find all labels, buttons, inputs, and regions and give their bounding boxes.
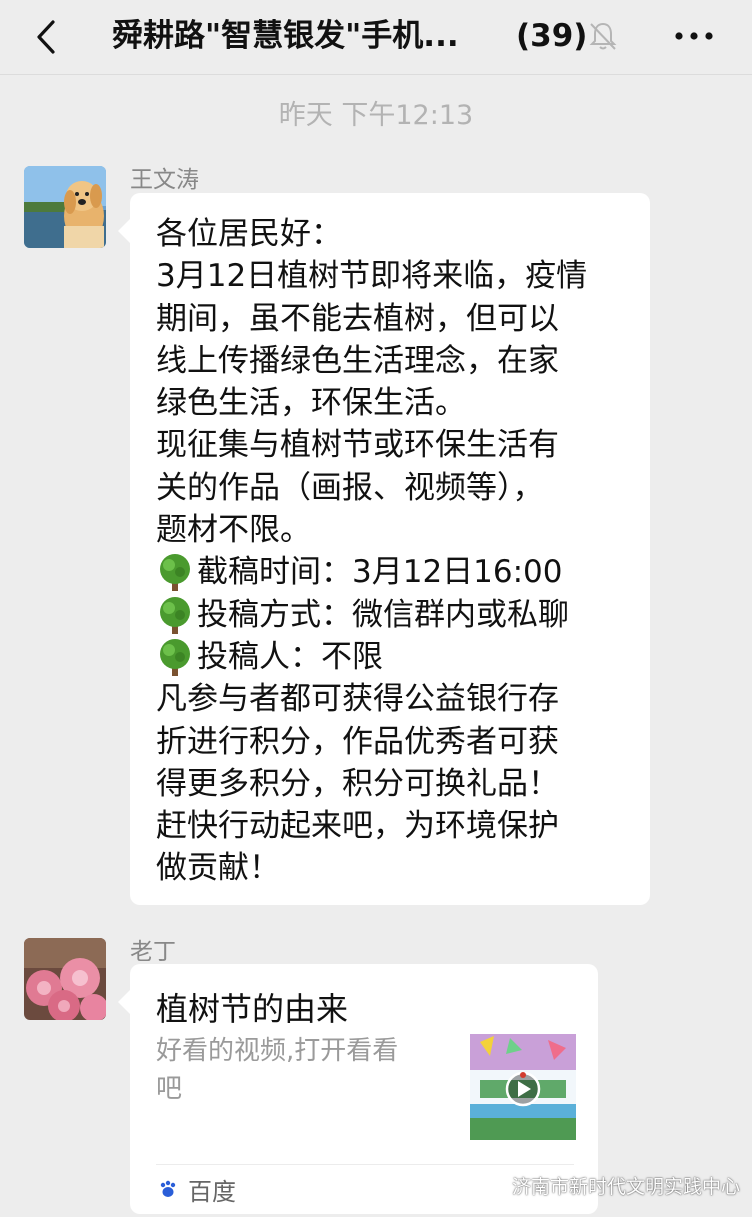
- wechat-official-account-icon: [482, 1176, 507, 1194]
- message-line: 得更多积分，积分可换礼品！: [156, 765, 559, 802]
- back-button[interactable]: [30, 17, 62, 57]
- text-message-bubble[interactable]: 各位居民好： 3月12日植树节即将来临，疫情 期间，虽不能去植树，但可以 线上传…: [118, 193, 650, 905]
- message-timestamp: 昨天 下午12:13: [278, 100, 474, 131]
- card-description-line: 好看的视频,打开看看: [156, 1036, 399, 1066]
- chat-header: 舜耕路"智慧银发"手机... (39): [0, 0, 752, 75]
- message-line: 绿色生活，环保生活。: [156, 385, 466, 422]
- message-line: 3月12日植树节即将来临，疫情: [156, 258, 588, 295]
- tree-emoji-icon: [160, 554, 190, 592]
- chat-title[interactable]: 舜耕路"智慧银发"手机...: [112, 14, 459, 58]
- tree-emoji-icon: [160, 638, 190, 676]
- message-line: 关的作品（画报、视频等），: [156, 469, 544, 506]
- submission-method-text: 投稿方式：微信群内或私聊: [197, 596, 569, 633]
- message-line: 题材不限。: [156, 512, 311, 549]
- message-line: 凡参与者都可获得公益银行存: [156, 681, 559, 718]
- deadline-text: 截稿时间：3月12日16:00: [197, 554, 563, 591]
- card-description-line: 吧: [156, 1074, 183, 1104]
- message-line: 投稿方式：微信群内或私聊: [156, 594, 636, 636]
- tree-emoji-icon: [160, 596, 190, 634]
- message-line: 赶快行动起来吧，为环境保护: [156, 808, 559, 845]
- message-line: 期间，虽不能去植树，但可以: [156, 300, 559, 337]
- message-line: 折进行积分，作品优秀者可获: [156, 723, 559, 760]
- baidu-paw-icon: [160, 1180, 176, 1197]
- source-label: 百度: [188, 1178, 236, 1206]
- chevron-left-icon: [37, 20, 55, 54]
- message-line: 截稿时间：3月12日16:00: [156, 551, 636, 593]
- card-title: 植树节的由来: [156, 990, 349, 1028]
- submitter-text: 投稿人：不限: [197, 638, 383, 675]
- bell-muted-icon: [589, 22, 617, 50]
- card-description: 好看的视频,打开看看 吧: [156, 1032, 436, 1108]
- message-line: 投稿人：不限: [156, 636, 636, 678]
- more-dots-icon[interactable]: [672, 22, 716, 50]
- sender-name: 老丁: [130, 939, 176, 965]
- video-thumbnail[interactable]: [470, 1034, 576, 1140]
- pink-flowers-avatar[interactable]: [24, 938, 106, 1020]
- watermark-text: 济南市新时代文明实践中心: [512, 1175, 741, 1198]
- message-line: 各位居民好：: [156, 216, 342, 252]
- golden-retriever-avatar[interactable]: [24, 166, 106, 248]
- message-line: 做贡献！: [156, 850, 280, 887]
- message-text: 各位居民好： 3月12日植树节即将来临，疫情 期间，虽不能去植树，但可以 线上传…: [156, 213, 636, 890]
- message-line: 现征集与植树节或环保生活有: [156, 427, 559, 464]
- member-count: (39): [516, 18, 588, 54]
- sender-name: 王文涛: [130, 167, 199, 193]
- watermark: 济南市新时代文明实践中心: [482, 1170, 740, 1200]
- card-divider: [156, 1164, 574, 1165]
- message-line: 线上传播绿色生活理念，在家: [156, 342, 559, 379]
